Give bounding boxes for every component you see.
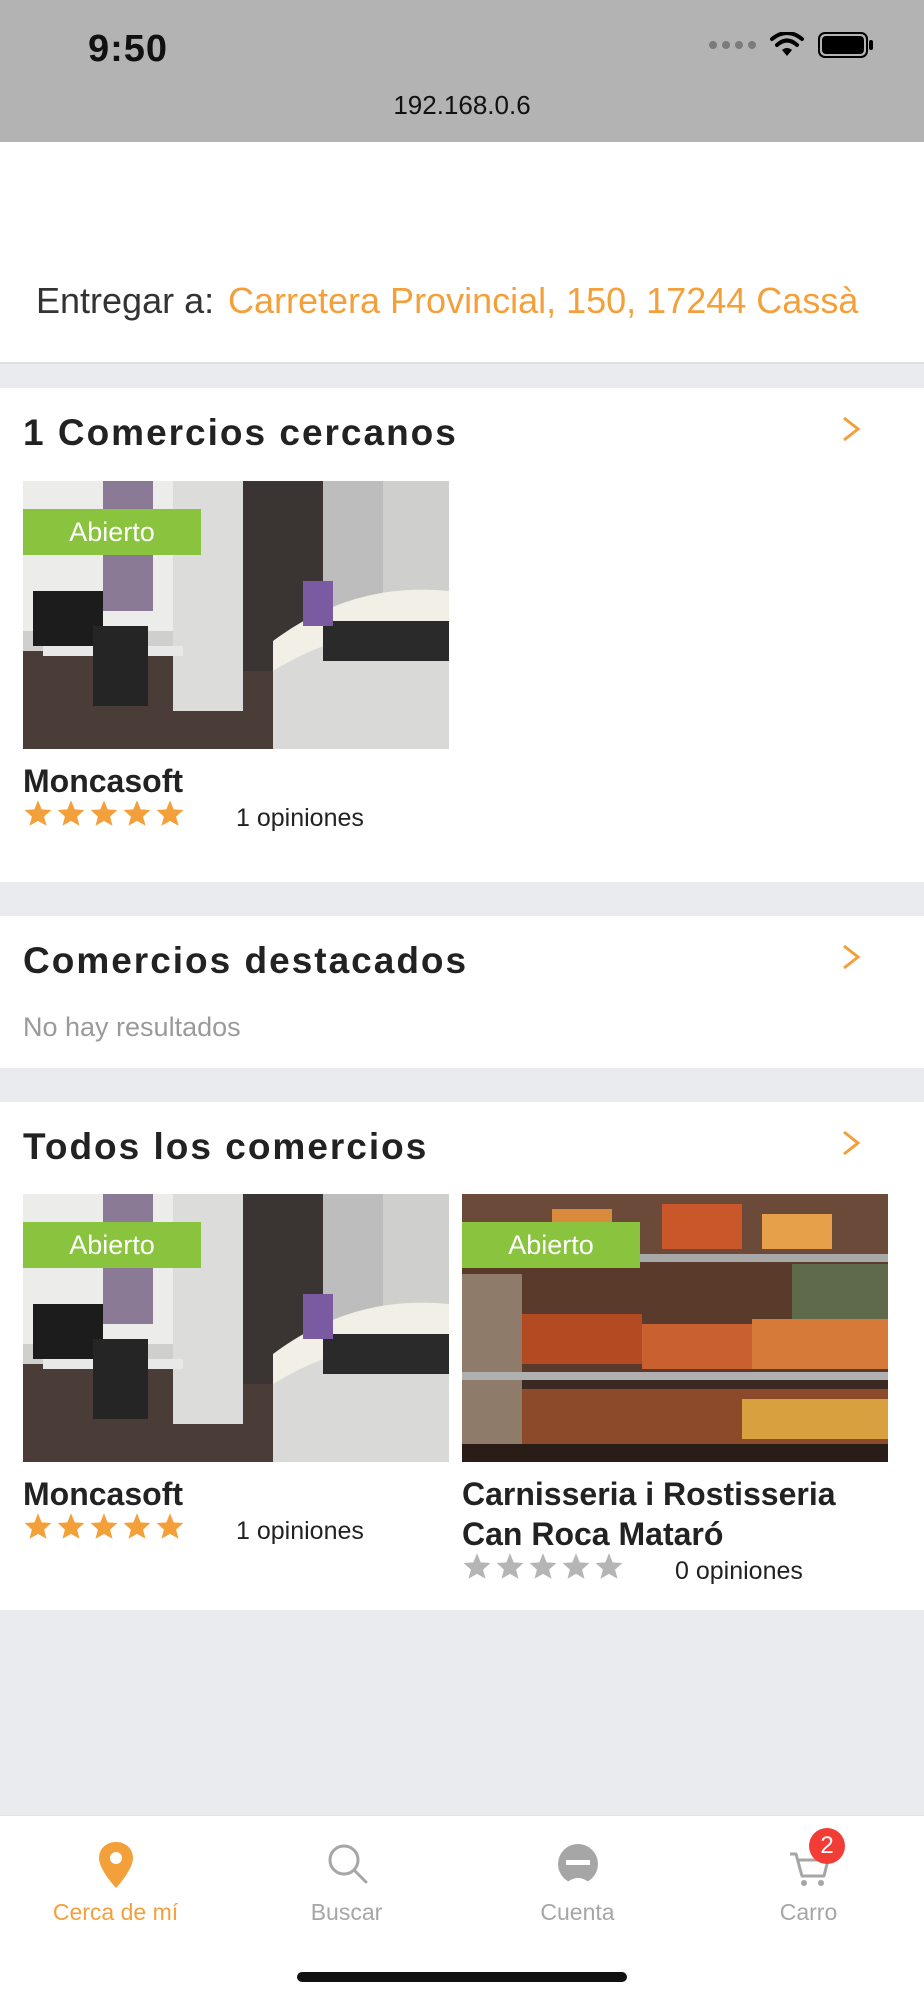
- store-card[interactable]: Abierto Carnisseria i Rostisseria Can Ro…: [462, 1194, 888, 1594]
- section-title: Comercios destacados: [23, 940, 469, 981]
- tab-carro[interactable]: 2 Carro: [693, 1816, 924, 1946]
- store-image[interactable]: Abierto: [23, 1194, 449, 1462]
- rating-stars: [23, 1512, 185, 1540]
- empty-state-text: No hay resultados: [23, 1012, 241, 1042]
- store-name-line: Carnisseria i Rostisseria: [462, 1476, 836, 1512]
- section-title: Todos los comercios: [23, 1126, 429, 1167]
- tab-label: Carro: [779, 1899, 838, 1925]
- user-icon: [558, 1844, 598, 1886]
- store-image[interactable]: Abierto: [23, 481, 449, 749]
- chevron-right-icon[interactable]: [836, 414, 866, 444]
- store-name[interactable]: Moncasoft: [23, 1474, 183, 1514]
- review-count: 1 opiniones: [236, 804, 364, 832]
- review-count: 1 opiniones: [236, 1517, 364, 1545]
- star-icon: [156, 800, 184, 826]
- tab-label: Buscar: [310, 1899, 383, 1925]
- star-icon: [57, 1513, 85, 1539]
- status-time: 9:50: [88, 28, 169, 70]
- nearby-section: 1 Comercios cercanos Abierto Moncasoft 1…: [0, 388, 924, 882]
- star-icon: [24, 1513, 52, 1539]
- star-icon: [463, 1553, 491, 1579]
- store-name-line: Can Roca Mataró: [462, 1516, 724, 1552]
- star-icon: [496, 1553, 524, 1579]
- map-pin-icon: [99, 1842, 133, 1888]
- all-stores-section: Todos los comercios Abierto Moncasoft 1 …: [0, 1102, 924, 1610]
- star-icon: [529, 1553, 557, 1579]
- open-badge: Abierto: [462, 1222, 640, 1268]
- star-icon: [57, 800, 85, 826]
- delivery-bar[interactable]: Entregar a: Carretera Provincial, 150, 1…: [0, 142, 924, 364]
- star-icon: [562, 1553, 590, 1579]
- tab-label: Cerca de mí: [52, 1899, 179, 1925]
- star-icon: [123, 800, 151, 826]
- open-badge: Abierto: [23, 1222, 201, 1268]
- battery-icon: [818, 32, 873, 58]
- status-icons: [709, 32, 874, 58]
- tab-cerca-de-mi[interactable]: Cerca de mí: [0, 1816, 231, 1946]
- chevron-right-icon[interactable]: [836, 942, 866, 972]
- rating-stars: [462, 1552, 624, 1580]
- tab-cuenta[interactable]: Cuenta: [462, 1816, 693, 1946]
- status-bar: 9:50 192.168.0.6: [0, 0, 924, 142]
- tab-buscar[interactable]: Buscar: [231, 1816, 462, 1946]
- tab-label: Cuenta: [540, 1899, 615, 1925]
- star-icon: [24, 800, 52, 826]
- review-count: 0 opiniones: [675, 1557, 803, 1585]
- star-icon: [90, 800, 118, 826]
- signal-icon: [709, 41, 756, 49]
- cart-count-badge: 2: [809, 1828, 845, 1864]
- star-icon: [90, 1513, 118, 1539]
- star-icon: [156, 1513, 184, 1539]
- store-name[interactable]: Moncasoft: [23, 761, 183, 801]
- featured-section: Comercios destacados No hay resultados: [0, 916, 924, 1068]
- store-card[interactable]: Abierto Moncasoft 1 opiniones: [23, 481, 449, 861]
- section-title: 1 Comercios cercanos: [23, 412, 458, 453]
- wifi-icon: [770, 32, 804, 56]
- store-name[interactable]: Carnisseria i Rostisseria Can Roca Matar…: [462, 1474, 836, 1554]
- search-icon: [328, 1844, 368, 1884]
- store-card[interactable]: Abierto Moncasoft 1 opiniones: [23, 1194, 449, 1584]
- open-badge: Abierto: [23, 509, 201, 555]
- home-indicator[interactable]: [297, 1972, 627, 1982]
- delivery-label: Entregar a:: [36, 280, 215, 321]
- star-icon: [595, 1553, 623, 1579]
- browser-url: 192.168.0.6: [393, 90, 531, 120]
- store-image[interactable]: Abierto: [462, 1194, 888, 1462]
- star-icon: [123, 1513, 151, 1539]
- rating-stars: [23, 799, 185, 827]
- chevron-right-icon[interactable]: [836, 1128, 866, 1158]
- delivery-address[interactable]: Carretera Provincial, 150, 17244 Cassà: [228, 280, 858, 322]
